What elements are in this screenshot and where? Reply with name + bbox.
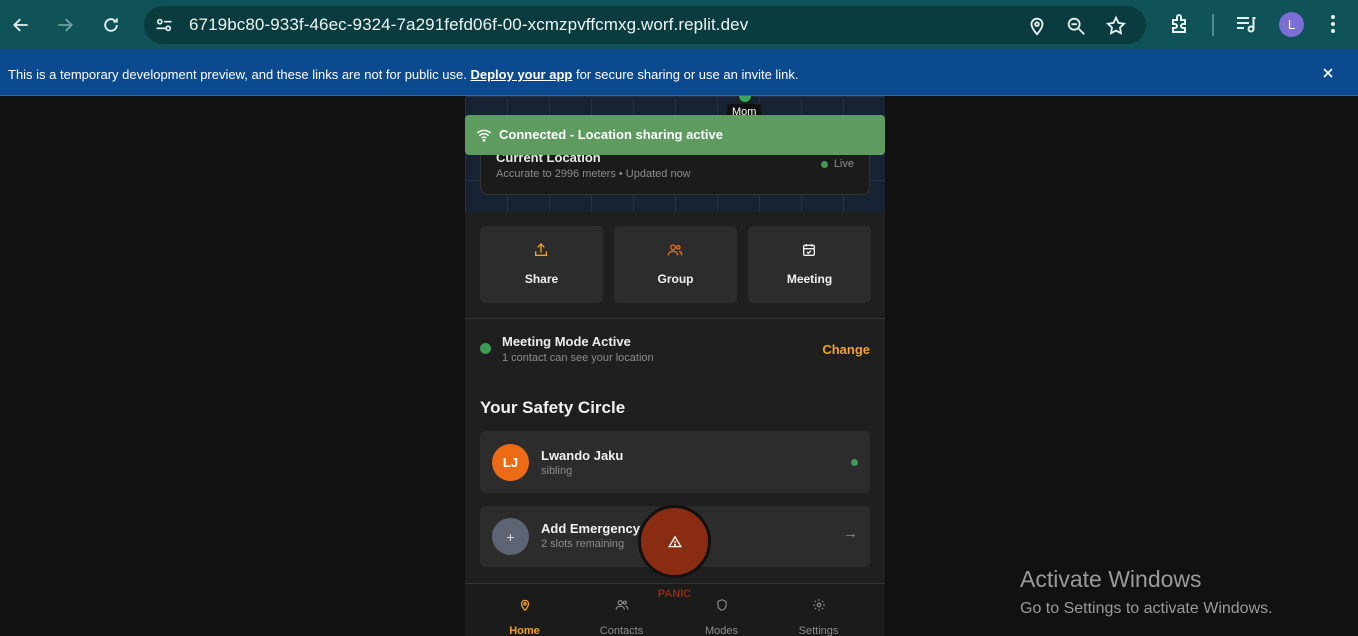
panic-label: PANIC [657,588,692,600]
share-button[interactable]: Share [480,226,603,303]
location-pin-icon [520,599,530,612]
nav-home[interactable]: Home [472,584,577,636]
extensions-icon[interactable] [1168,12,1192,36]
more-vertical-icon[interactable] [1321,12,1345,36]
live-dot [820,160,828,168]
contact-relation: sibling [541,465,573,477]
plus-icon: + [492,518,529,555]
add-contact-title: Add Emergency [541,521,640,536]
site-settings-icon[interactable] [154,15,174,35]
arrow-left-icon [13,18,28,32]
activation-watermark-subtitle: Go to Settings to activate Windows. [1020,600,1273,617]
close-icon[interactable] [1320,65,1336,81]
connection-toast: Connected - Location sharing active [465,115,885,155]
quick-actions: Share Group Meeting [480,226,871,303]
infobar-message: This is a temporary development preview,… [8,67,799,82]
url-text[interactable]: 6719bc80-933f-46ec-9324-7a291fefd06f-00-… [189,15,748,35]
contact-online-dot [851,459,858,466]
mode-subtitle: 1 contact can see your location [502,352,654,364]
contact-name: Lwando Jaku [541,448,624,463]
star-icon[interactable] [1105,15,1127,37]
browser-toolbar: 6719bc80-933f-46ec-9324-7a291fefd06f-00-… [0,0,1358,50]
warning-triangle-icon [668,535,682,548]
media-queue-icon[interactable] [1234,12,1258,36]
slots-remaining: 2 slots remaining [541,538,625,550]
forward-button[interactable] [51,11,79,39]
activation-watermark-title: Activate Windows [1020,566,1202,592]
location-accuracy: Accurate to 2996 meters • Updated now [496,168,691,180]
users-icon [667,244,683,256]
reload-icon [104,18,118,32]
safety-circle-title: Your Safety Circle [480,398,626,417]
deploy-link[interactable]: Deploy your app [470,67,572,82]
share-icon [535,243,547,256]
arrow-right-icon: → [843,525,858,542]
group-button[interactable]: Group [614,226,737,303]
nav-settings[interactable]: Settings [766,584,871,636]
change-mode-button[interactable]: Change [822,342,870,357]
dev-preview-infobar: This is a temporary development preview,… [0,50,1358,96]
section-divider [465,318,885,319]
panic-button[interactable] [638,505,711,578]
toolbar-divider [1212,14,1214,36]
shield-icon [717,599,727,611]
contact-card[interactable]: LJ Lwando Jaku sibling [480,431,870,493]
mode-status-dot [480,343,491,354]
mode-title: Meeting Mode Active [502,334,631,349]
zoom-icon[interactable] [1065,15,1087,37]
gear-icon [813,599,825,611]
wifi-icon [476,129,492,142]
profile-avatar[interactable]: L [1279,12,1304,37]
meeting-button[interactable]: Meeting [748,226,871,303]
contact-avatar: LJ [492,444,529,481]
users-icon [615,600,629,610]
toast-message: Connected - Location sharing active [499,127,723,142]
reload-button[interactable] [97,11,125,39]
arrow-right-icon [58,18,73,32]
location-pin-icon[interactable] [1026,15,1048,37]
contact-map-pin[interactable] [737,96,753,104]
back-button[interactable] [7,11,35,39]
live-status: Live [820,158,854,170]
calendar-check-icon [803,244,815,256]
address-bar[interactable]: 6719bc80-933f-46ec-9324-7a291fefd06f-00-… [144,6,1146,44]
